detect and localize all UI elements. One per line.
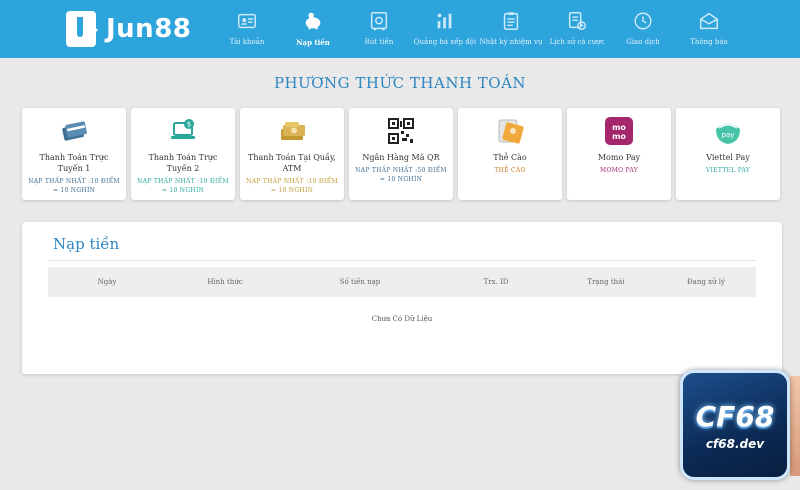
watermark-url: cf68.dev: [705, 436, 765, 451]
momo-icon: mo mo: [604, 116, 634, 146]
payment-card-minimum: NẠP THẤP NHẤT :10 ĐIỂM = 10 NGHÌN: [137, 178, 229, 194]
watermark-badge: CF68 cf68.dev: [680, 370, 790, 480]
payment-card-minimum: THẺ CÀO: [494, 167, 526, 174]
envelope-icon: [700, 12, 718, 30]
nav-item-bet-history[interactable]: Lịch sử cá cược: [544, 10, 610, 47]
nav-label: Tài khoản: [229, 38, 265, 46]
payment-card-viettel-pay[interactable]: pay Viettel Pay VIETTEL PAY: [676, 108, 780, 200]
nav-item-promo[interactable]: Quảng bá xếp đội: [412, 10, 478, 47]
payment-card-name: Viettel Pay: [706, 153, 750, 162]
clock-icon: [634, 12, 652, 30]
empty-state-text: Chưa Có Dữ Liệu: [371, 315, 433, 323]
nav-item-withdraw[interactable]: Rút tiền: [346, 10, 412, 47]
nav-item-account[interactable]: Tài khoản: [214, 10, 280, 47]
payment-card-minimum: NẠP THẤP NHẤT :10 ĐIỂM = 10 NGHÌN: [28, 178, 120, 194]
payment-card-scratch-card[interactable]: Thẻ Cào THẺ CÀO: [458, 108, 562, 200]
payment-card-online-1[interactable]: Thanh Toán Trực Tuyến 1 NẠP THẤP NHẤT :1…: [22, 108, 126, 200]
nav-label: Lịch sử cá cược: [549, 38, 605, 46]
watermark-logo: CF68: [695, 399, 775, 433]
cash-icon: [277, 116, 307, 146]
column-header-trx-id: Trx. ID: [483, 278, 509, 286]
id-card-icon: [238, 13, 256, 29]
payment-card-momo[interactable]: mo mo Momo Pay MOMO PAY: [567, 108, 671, 200]
qr-code-icon: [386, 116, 416, 146]
payment-card-minimum: NẠP THẤP NHẤT :50 ĐIỂM = 10 NGHÌN: [355, 167, 447, 183]
payment-card-name: Thanh Toán Trực Tuyến 1: [39, 153, 109, 173]
payment-card-online-2[interactable]: $ Thanh Toán Trực Tuyến 2 NẠP THẤP NHẤT …: [131, 108, 235, 200]
payment-card-name: Thanh Toán Tại Quầy, ATM: [248, 153, 336, 173]
nav-item-mission-log[interactable]: Nhật ký nhiệm vụ: [478, 10, 544, 47]
column-header-amount: Số tiền nạp: [339, 278, 381, 286]
nav-label: Giao dịch: [626, 38, 660, 46]
nav-item-deposit[interactable]: Nạp tiền: [280, 10, 346, 47]
nav-label: Nạp tiền: [296, 38, 330, 47]
divider: [48, 260, 756, 261]
payment-card-qr-bank[interactable]: Ngân Hàng Mã QR NẠP THẤP NHẤT :50 ĐIỂM =…: [349, 108, 453, 200]
svg-text:$: $: [187, 121, 191, 129]
svg-text:mo: mo: [612, 123, 626, 132]
clipboard-icon: [503, 12, 519, 30]
payment-card-minimum: MOMO PAY: [600, 167, 638, 174]
payment-card-atm[interactable]: Thanh Toán Tại Quầy, ATM NẠP THẤP NHẤT :…: [240, 108, 344, 200]
nav-item-notifications[interactable]: Thông báo: [676, 10, 742, 47]
deposit-table-header: Ngày Hình thức Số tiền nạp Trx. ID Trạng…: [48, 267, 756, 297]
laptop-payment-icon: $: [168, 116, 198, 146]
payment-card-name: Thẻ Cào: [493, 153, 527, 162]
safe-icon: [370, 12, 388, 31]
decorative-strip: [790, 376, 800, 476]
nav-item-transactions[interactable]: Giao dịch: [610, 10, 676, 47]
viettel-pay-icon: pay: [713, 116, 743, 146]
piggy-bank-icon: [305, 12, 321, 30]
deposit-history-panel: Nạp tiền Ngày Hình thức Số tiền nạp Trx.…: [22, 222, 782, 374]
nav-label: Nhật ký nhiệm vụ: [479, 38, 543, 46]
brand-logo[interactable]: Jun88: [66, 10, 191, 48]
svg-text:pay: pay: [722, 131, 735, 139]
svg-text:mo: mo: [612, 132, 626, 141]
scratch-card-icon: [495, 116, 525, 146]
payment-card-name: Ngân Hàng Mã QR: [362, 153, 440, 162]
history-doc-icon: [568, 12, 586, 30]
brand-logo-text: Jun88: [106, 14, 192, 44]
payment-methods-title: PHƯƠNG THỨC THANH TOÁN: [273, 74, 527, 92]
payment-card-minimum: VIETTEL PAY: [705, 167, 751, 174]
payment-card-minimum: NẠP THẤP NHẤT :10 ĐIỂM = 10 NGHÌN: [246, 178, 338, 194]
nav-label: Rút tiền: [364, 38, 394, 46]
nav-label: Quảng bá xếp đội: [413, 38, 477, 46]
column-header-status: Trạng thái: [587, 278, 625, 286]
deposit-history-title: Nạp tiền: [53, 235, 120, 253]
brand-logo-icon: [66, 11, 98, 47]
card-payment-icon: [59, 116, 89, 146]
payment-card-name: Momo Pay: [597, 153, 641, 162]
main-nav: Tài khoản Nạp tiền Rút tiền Quảng bá xếp…: [214, 10, 742, 47]
top-header: Jun88 Tài khoản Nạp tiền Rút tiền Quảng …: [0, 0, 800, 58]
nav-label: Thông báo: [690, 38, 728, 46]
chart-user-icon: [437, 13, 452, 29]
column-header-method: Hình thức: [207, 278, 243, 286]
payment-methods-list: Thanh Toán Trực Tuyến 1 NẠP THẤP NHẤT :1…: [22, 108, 780, 200]
column-header-processing: Đang xử lý: [687, 278, 725, 286]
column-header-date: Ngày: [97, 278, 117, 286]
payment-card-name: Thanh Toán Trực Tuyến 2: [148, 153, 218, 173]
